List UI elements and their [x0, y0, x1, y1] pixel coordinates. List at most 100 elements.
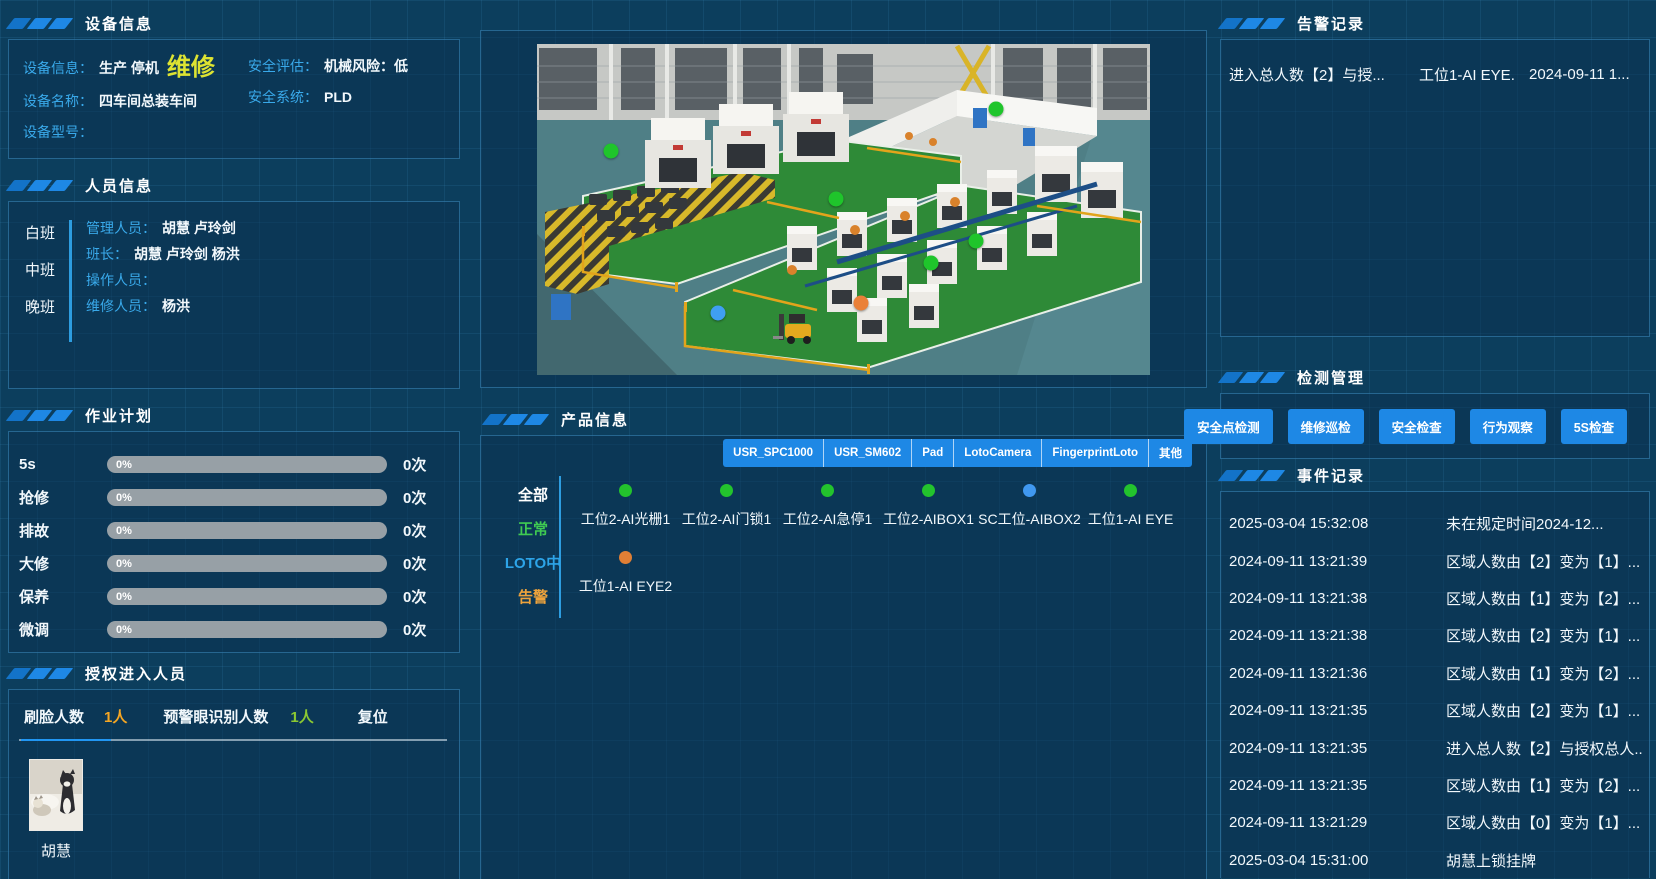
event-row[interactable]: 2024-09-11 13:21:35 区域人数由【2】变为【1】...: [1221, 692, 1649, 729]
device-status-value: 生产 停机: [99, 58, 159, 78]
device-status-dot[interactable]: [924, 256, 939, 271]
device-name-label: 设备名称：: [23, 91, 93, 111]
product-source-button[interactable]: LotoCamera: [954, 439, 1042, 467]
event-row[interactable]: 2024-09-11 13:21:29 区域人数由【0】变为【1】...: [1221, 804, 1649, 841]
progress-bar: 0%: [107, 522, 387, 539]
event-row[interactable]: 2024-09-11 13:21:38 区域人数由【1】变为【2】...: [1221, 580, 1649, 617]
work-plan-row: 大修 0% 0次: [17, 547, 449, 580]
device-info-title: 设备信息: [85, 13, 153, 34]
work-plan-title: 作业计划: [85, 405, 153, 426]
alarm-message: 进入总人数【2】与授...: [1229, 64, 1411, 85]
event-row[interactable]: 2025-03-04 15:31:00 胡慧上锁挂牌: [1221, 842, 1649, 879]
work-plan-row-label: 抢修: [17, 487, 107, 508]
device-item[interactable]: SC工位-AIBOX2: [979, 484, 1080, 529]
device-name: 工位2-AI急停1: [783, 509, 872, 529]
device-name: 工位2-AIBOX1: [883, 509, 974, 529]
dashboard-root: 设备信息 设备信息： 生产 停机 维修 设备名称： 四车间总装车间 设备型号：: [0, 0, 1656, 879]
event-time: 2024-09-11 13:21:38: [1229, 627, 1446, 644]
personnel-box: 白班中班晚班 管理人员： 胡慧 卢玲剑 班长： 胡慧 卢玲剑 杨洪: [8, 201, 460, 389]
inspection-button[interactable]: 行为观察: [1470, 409, 1546, 444]
device-item[interactable]: 工位2-AI门锁1: [676, 484, 777, 529]
event-row[interactable]: 2024-09-11 13:21:35 区域人数由【1】变为【2】...: [1221, 767, 1649, 804]
active-tab-underline: [21, 739, 111, 741]
device-item[interactable]: 工位1-AI EYE2: [575, 551, 676, 596]
device-status-dot[interactable]: [711, 306, 726, 321]
shift-divider: [69, 220, 72, 342]
personnel-panel: 人员信息 白班中班晚班 管理人员： 胡慧 卢玲剑: [8, 174, 460, 389]
personnel-field: 操作人员：: [86, 270, 240, 290]
inspection-panel: 检测管理 安全点检测维修巡检安全检查行为观察5S检查: [1220, 366, 1650, 459]
event-message: 未在规定时间2024-12...: [1446, 513, 1643, 534]
personnel-fields: 管理人员： 胡慧 卢玲剑 班长： 胡慧 卢玲剑 杨洪 操作人员：: [86, 218, 240, 342]
event-time: 2025-03-04 15:31:00: [1229, 852, 1446, 869]
event-row[interactable]: 2024-09-11 13:21:36 区域人数由【1】变为【2】...: [1221, 655, 1649, 692]
personnel-field: 管理人员： 胡慧 卢玲剑: [86, 218, 240, 238]
product-source-button[interactable]: USR_SPC1000: [723, 439, 824, 467]
reset-button[interactable]: 复位: [358, 706, 388, 727]
product-filter-tab[interactable]: LOTO中: [505, 552, 561, 573]
event-rows: 2025-03-04 15:32:08 未在规定时间2024-12... 202…: [1221, 492, 1649, 879]
device-status-dot[interactable]: [604, 144, 619, 159]
inspection-button[interactable]: 安全点检测: [1184, 409, 1273, 444]
personnel-field: 班长： 胡慧 卢玲剑 杨洪: [86, 244, 240, 264]
event-time: 2025-03-04 15:32:08: [1229, 515, 1446, 532]
product-info-header: 产品信息: [484, 408, 1207, 430]
inspection-buttons: 安全点检测维修巡检安全检查行为观察5S检查: [1221, 394, 1649, 458]
product-filter-tabs: 全部正常LOTO中告警: [511, 476, 561, 618]
personnel-field-label: 管理人员：: [86, 218, 156, 238]
device-status-dot[interactable]: [854, 296, 869, 311]
event-time: 2024-09-11 13:21:35: [1229, 740, 1446, 757]
shift-tab[interactable]: 晚班: [19, 296, 61, 317]
device-item[interactable]: 工位2-AIBOX1: [878, 484, 979, 529]
work-plan-box: 5s 0% 0次 抢修 0% 0次: [8, 431, 460, 653]
product-filter-tab[interactable]: 告警: [518, 586, 548, 607]
personnel-field-value: 胡慧 卢玲剑: [162, 218, 236, 238]
inspection-button[interactable]: 安全检查: [1379, 409, 1455, 444]
device-info-box: 设备信息： 生产 停机 维修 设备名称： 四车间总装车间 设备型号：: [8, 39, 460, 159]
progress-percent: 0%: [116, 525, 132, 537]
product-source-button[interactable]: USR_SM602: [824, 439, 912, 467]
face-count-tab[interactable]: 刷脸人数: [24, 706, 84, 727]
event-message: 胡慧上锁挂牌: [1446, 850, 1643, 871]
event-row[interactable]: 2025-03-04 15:32:08 未在规定时间2024-12...: [1221, 505, 1649, 542]
eye-count-tab[interactable]: 预警眼识别人数: [163, 706, 268, 727]
device-item[interactable]: 工位2-AI光栅1: [575, 484, 676, 529]
personnel-field-value: 胡慧 卢玲剑 杨洪: [134, 244, 240, 264]
alarm-row[interactable]: 进入总人数【2】与授... 工位1-AI EYE... 2024-09-11 1…: [1221, 40, 1649, 85]
shift-tab[interactable]: 中班: [19, 259, 61, 280]
product-filter-tab[interactable]: 全部: [518, 484, 548, 505]
work-plan-row: 5s 0% 0次: [17, 448, 449, 481]
device-status-dot: [619, 551, 632, 564]
personnel-field-label: 班长：: [86, 244, 128, 264]
event-row[interactable]: 2024-09-11 13:21:35 进入总人数【2】与授权总人...: [1221, 729, 1649, 766]
product-source-button[interactable]: FingerprintLoto: [1042, 439, 1149, 467]
safety-assess-label: 安全评估：: [248, 56, 318, 76]
inspection-button[interactable]: 维修巡检: [1288, 409, 1364, 444]
factory-3d-view[interactable]: [537, 44, 1150, 375]
device-item[interactable]: 工位1-AI EYE: [1080, 484, 1181, 529]
product-source-button[interactable]: Pad: [912, 439, 954, 467]
device-status-dot[interactable]: [829, 192, 844, 207]
device-item[interactable]: 工位2-AI急停1: [777, 484, 878, 529]
alarm-records-header: 告警记录: [1220, 12, 1650, 34]
device-status-dot[interactable]: [989, 102, 1004, 117]
event-time: 2024-09-11 13:21:35: [1229, 702, 1446, 719]
inspection-button[interactable]: 5S检查: [1561, 409, 1627, 444]
header-arrows-icon: [1222, 18, 1285, 29]
event-records-header: 事件记录: [1220, 464, 1650, 486]
event-row[interactable]: 2024-09-11 13:21:39 区域人数由【2】变为【1】...: [1221, 542, 1649, 579]
product-filter-tab[interactable]: 正常: [518, 518, 548, 539]
progress-percent: 0%: [116, 459, 132, 471]
person-card[interactable]: 胡慧: [29, 759, 83, 861]
header-arrows-icon: [10, 668, 73, 679]
device-status-dot[interactable]: [969, 234, 984, 249]
work-plan-row: 微调 0% 0次: [17, 613, 449, 646]
authorized-box: 刷脸人数 1人 预警眼识别人数 1人 复位: [8, 689, 460, 879]
device-name-value: 四车间总装车间: [99, 91, 197, 111]
authorized-tabs: 刷脸人数 1人 预警眼识别人数 1人 复位: [19, 706, 447, 741]
event-row[interactable]: 2024-09-11 13:21:38 区域人数由【2】变为【1】...: [1221, 617, 1649, 654]
work-plan-row-label: 大修: [17, 553, 107, 574]
event-message: 区域人数由【2】变为【1】...: [1446, 551, 1643, 572]
authorized-header: 授权进入人员: [8, 662, 460, 684]
shift-tab[interactable]: 白班: [19, 222, 61, 243]
